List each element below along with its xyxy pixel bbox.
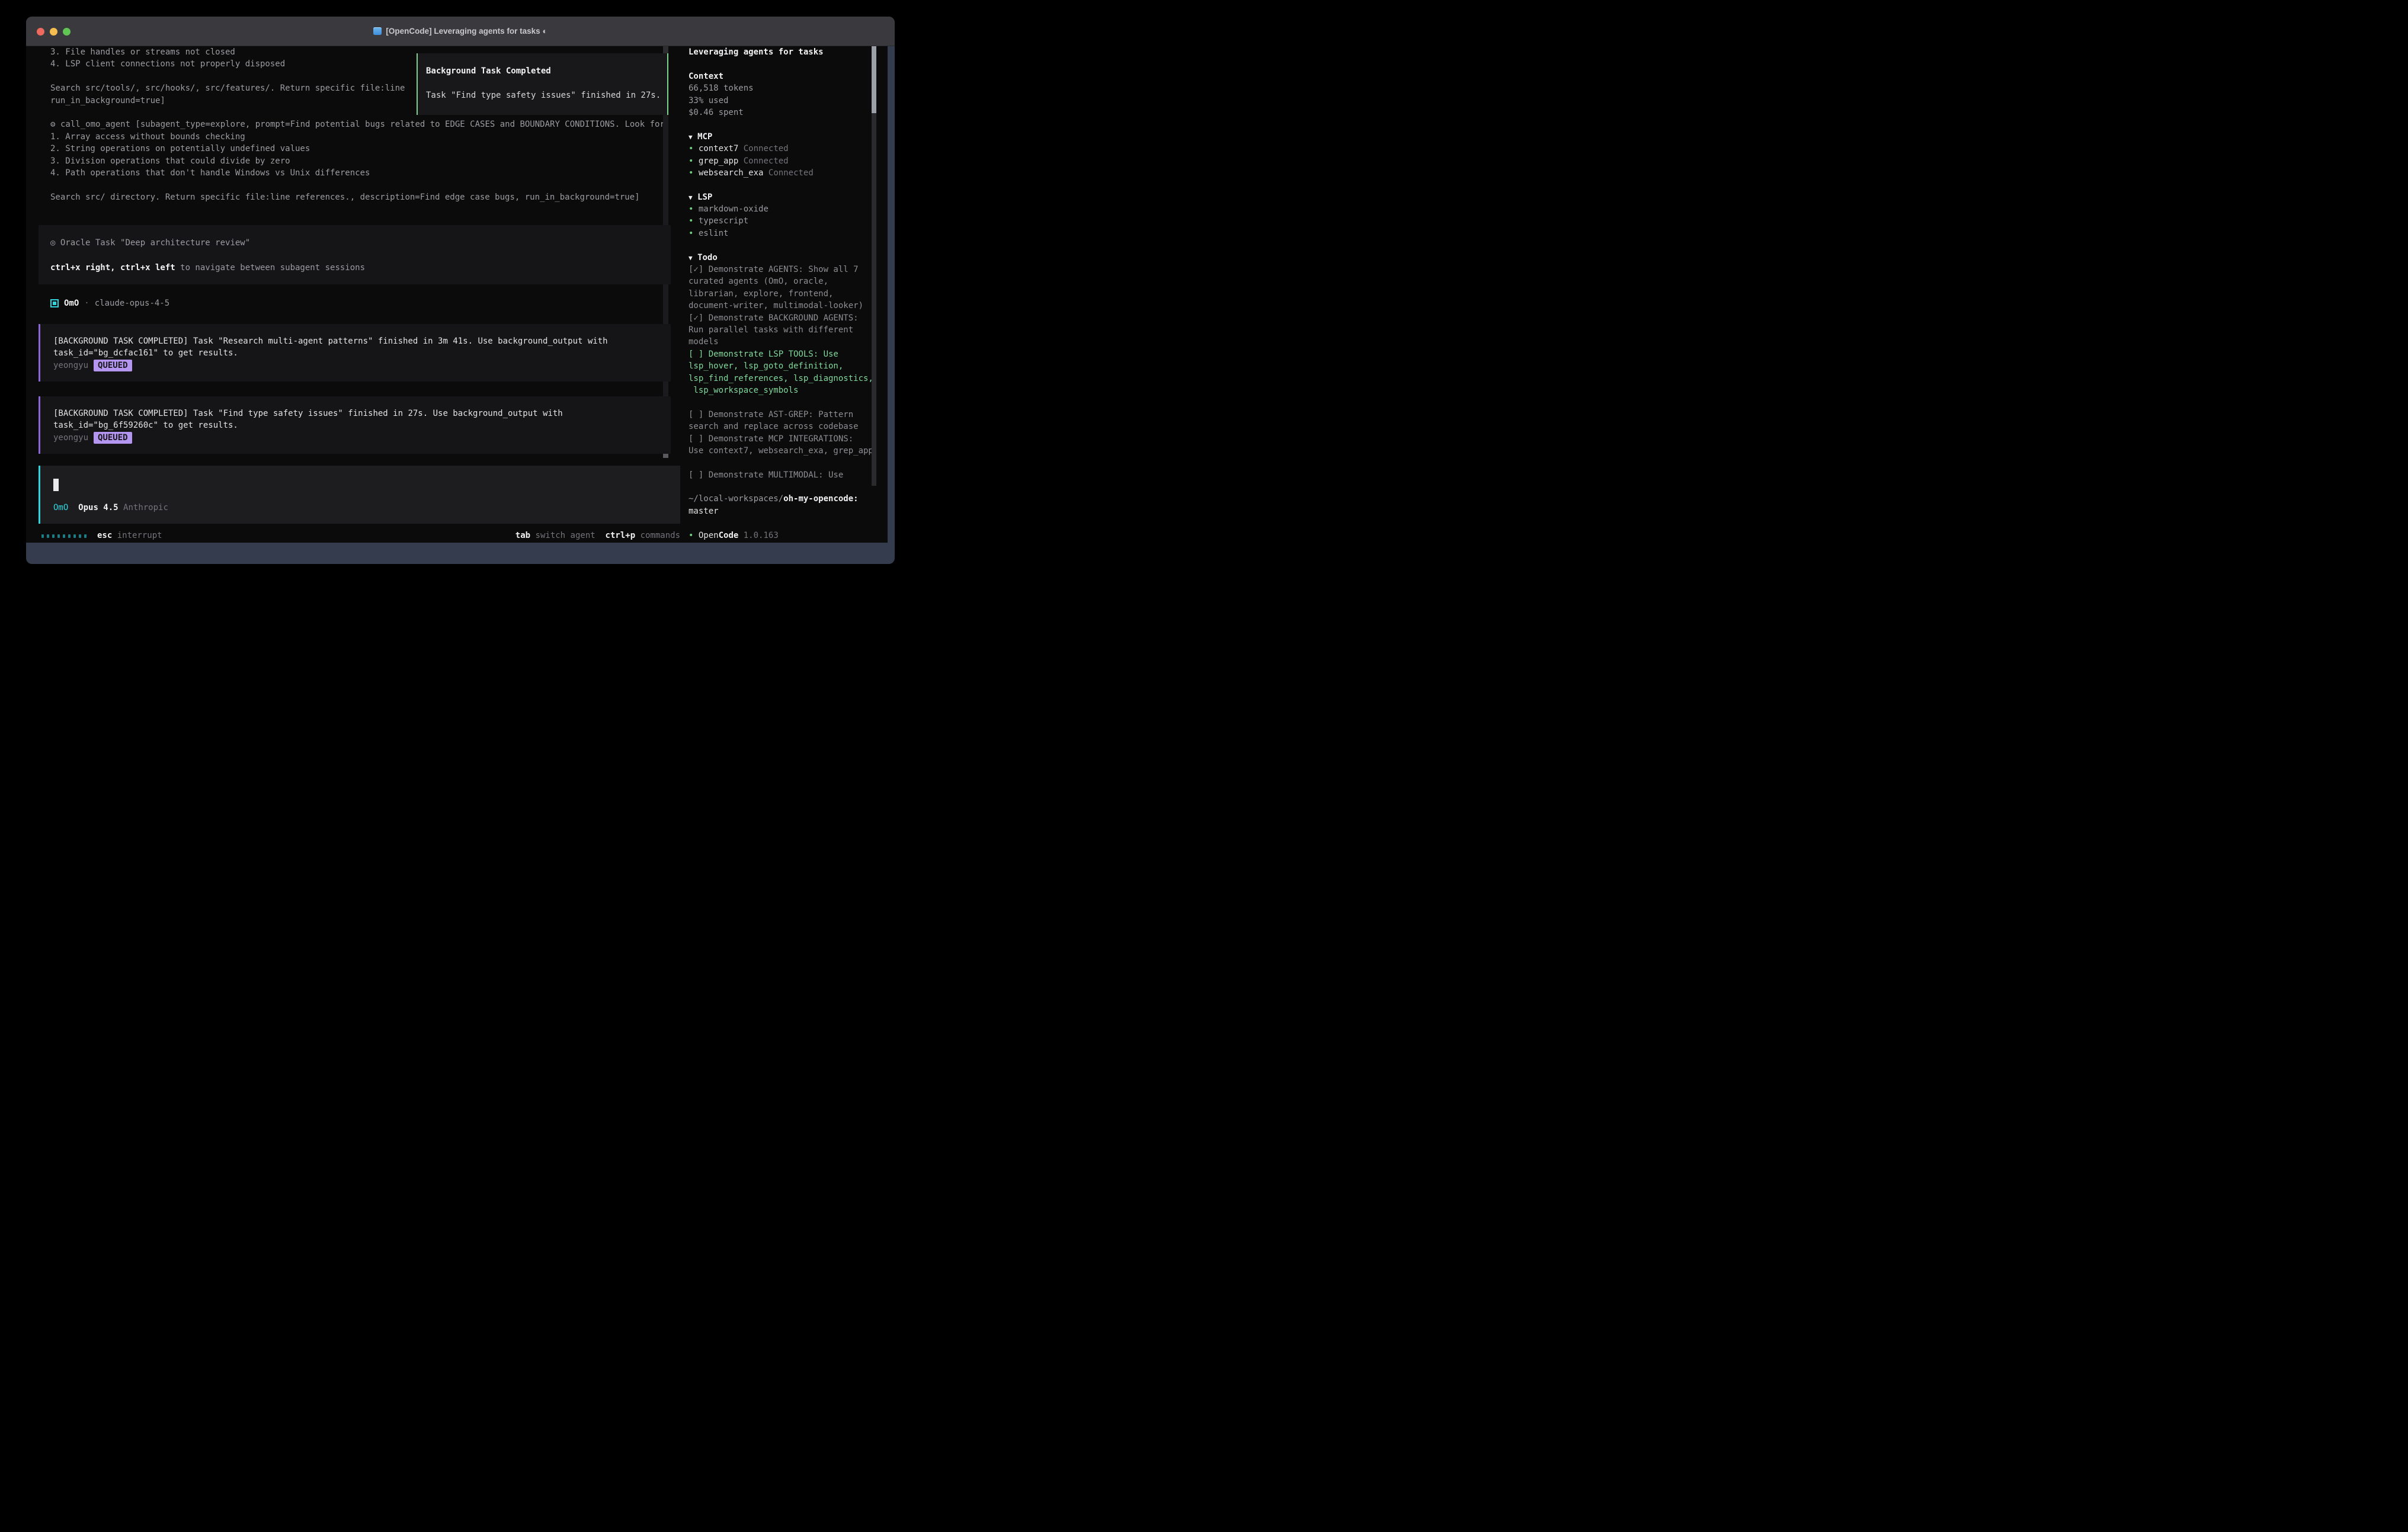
todo-line-active: lsp_find_references, lsp_diagnostics, [689,373,879,384]
separator-dot: · [84,299,89,308]
lsp-item: • eslint [689,227,879,239]
todo-line: [ ] Demonstrate MULTIMODAL: Use [689,469,879,481]
scrollback-line: 1. Array access without bounds checking [50,131,684,143]
oracle-task-title: ◎ Oracle Task "Deep architecture review" [50,238,250,248]
window-title: [OpenCode] Leveraging agents for tasks ◐ [386,27,547,36]
status-right: tab switch agent ctrl+p commands [515,530,680,541]
todo-line-active: lsp_workspace_symbols [689,384,879,396]
tool-call-line: ⚙call_omo_agent [subagent_type=explore, … [50,118,684,130]
todo-line: Use context7, websearch_exa, grep_app [689,445,879,457]
section-mcp-header[interactable]: ▼ MCP [689,131,879,143]
session-title: Leveraging agents for tasks [689,46,879,58]
toast-title: Background Task Completed [426,66,551,76]
esc-key: esc [97,531,112,540]
queued-badge: QUEUED [94,432,132,444]
section-lsp-header[interactable]: ▼ LSP [689,191,879,203]
agent-session-header[interactable]: OmO · claude-opus-4-5 [50,299,169,308]
task-meta: yeongyu QUEUED [53,432,671,444]
mcp-item: • grep_app Connected [689,155,879,167]
chevron-down-icon: ▼ [689,133,693,141]
mcp-item: • websearch_exa Connected [689,167,879,179]
zoom-button[interactable] [63,28,71,36]
todo-line: [✓] Demonstrate BACKGROUND AGENTS: [689,312,879,324]
close-button[interactable] [37,28,44,36]
tab-label: switch agent [536,531,595,540]
prompt-input[interactable]: OmO Opus 4.5 Anthropic [39,466,680,524]
section-todo-header[interactable]: ▼ Todo [689,252,879,264]
context-used: 33% used [689,95,879,107]
context-header: Context [689,70,879,82]
chevron-down-icon: ▼ [689,194,693,201]
agent-name: OmO [64,299,79,308]
toast-body: Task "Find type safety issues" finished … [426,91,661,100]
oracle-task-hint: ctrl+x right, ctrl+x left to navigate be… [50,263,365,273]
agent-square-icon [50,299,59,307]
task-line: [BACKGROUND TASK COMPLETED] Task "Resear… [53,335,671,347]
text-cursor [53,479,59,491]
workspace-path: ~/local-workspaces/oh-my-opencode: [689,493,879,505]
input-model: Opus 4.5 [78,503,118,512]
input-agent: OmO [53,503,68,512]
esc-label: interrupt [117,531,162,540]
tab-key: tab [515,531,530,540]
scrollback-line: 4. Path operations that don't handle Win… [50,167,684,179]
todo-line: models [689,336,879,348]
queued-badge: QUEUED [94,360,132,371]
scrollback-line: 2. String operations on potentially unde… [50,143,684,155]
todo-line: Run parallel tasks with different [689,324,879,336]
todo-line: search and replace across codebase [689,421,879,432]
opencode-version: • OpenCode 1.0.163 [689,530,879,541]
task-line: task_id="bg_dcfac161" to get results. [53,347,671,359]
bullseye-icon: ◎ [50,238,55,248]
scrollback-line: Search src/ directory. Return specific f… [50,191,684,203]
todo-line-active: [ ] Demonstrate LSP TOOLS: Use [689,348,879,360]
agent-model: claude-opus-4-5 [95,299,169,308]
sidebar-scrollbar-thumb[interactable] [872,46,876,113]
task-line: task_id="bg_6f59260c" to get results. [53,419,671,431]
chevron-down-icon: ▼ [689,254,693,262]
task-meta: yeongyu QUEUED [53,360,671,371]
activity-dots-icon [41,534,87,539]
terminal-content: 3. File handles or streams not closed 4.… [26,46,888,543]
status-bar: esc interrupt tab switch agent ctrl+p co… [41,530,680,541]
minimize-button[interactable] [50,28,57,36]
background-task-toast: Background Task Completed Task "Find typ… [417,53,668,115]
todo-line: [ ] Demonstrate MCP INTEGRATIONS: [689,433,879,445]
document-icon [373,27,382,35]
input-provider: Anthropic [123,503,168,512]
ctrlp-label: commands [641,531,680,540]
input-meta: OmO Opus 4.5 Anthropic [53,503,168,512]
todo-line-active: lsp_hover, lsp_goto_definition, [689,360,879,372]
workspace-branch: master [689,505,879,517]
gear-icon: ⚙ [50,118,60,130]
window-titlebar[interactable]: [OpenCode] Leveraging agents for tasks ◐ [26,17,895,46]
task-author: yeongyu [53,433,88,443]
sidebar-scrollbar-track[interactable] [872,113,876,486]
todo-line: document-writer, multimodal-looker) [689,300,879,312]
todo-line: [✓] Demonstrate AGENTS: Show all 7 [689,264,879,275]
todo-line: curated agents (OmO, oracle, [689,275,879,287]
session-sidebar: Leveraging agents for tasks Context 66,5… [689,46,879,541]
ctrlp-key: ctrl+p [606,531,636,540]
lsp-item: • typescript [689,215,879,227]
mcp-item: • context7 Connected [689,143,879,155]
todo-line: librarian, explore, frontend, [689,288,879,300]
traffic-lights [37,17,71,46]
oracle-task-box: ◎ Oracle Task "Deep architecture review"… [39,225,671,284]
lsp-item: • markdown-oxide [689,203,879,215]
status-left: esc interrupt [41,530,162,541]
task-author: yeongyu [53,361,88,370]
context-tokens: 66,518 tokens [689,82,879,94]
context-spent: $0.46 spent [689,107,879,118]
task-line: [BACKGROUND TASK COMPLETED] Task "Find t… [53,408,671,419]
todo-line: [ ] Demonstrate AST-GREP: Pattern [689,409,879,421]
tool-call-text: call_omo_agent [subagent_type=explore, p… [60,120,665,129]
app-window: [OpenCode] Leveraging agents for tasks ◐… [26,17,895,564]
background-task-message: [BACKGROUND TASK COMPLETED] Task "Find t… [39,396,671,454]
background-task-message: [BACKGROUND TASK COMPLETED] Task "Resear… [39,324,671,382]
scrollback-line: 3. Division operations that could divide… [50,155,684,167]
